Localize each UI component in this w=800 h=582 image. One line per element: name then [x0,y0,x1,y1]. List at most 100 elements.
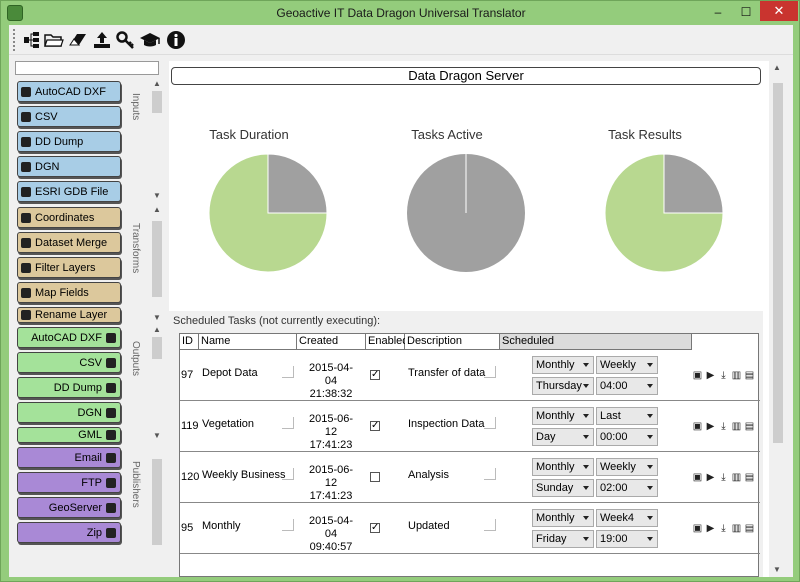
table-row[interactable]: 119 Vegetation 2015-06-12 17:41:23 ✓ Inspecti… [180,401,760,452]
col-header-name[interactable]: Name [199,334,297,350]
task-name[interactable]: Weekly Business [202,469,286,481]
time-select[interactable]: 02:00 [596,479,658,497]
download-icon[interactable]: ⤓ [718,421,729,432]
eraser-icon[interactable] [67,29,89,51]
trash-icon[interactable]: ▥ [731,523,742,534]
transform-rename-layer-button[interactable]: Rename Layer [17,307,121,323]
input-dd-dump-button[interactable]: DD Dump [17,131,121,152]
document-icon[interactable]: ▤ [744,523,755,534]
graduation-cap-icon[interactable] [139,29,161,51]
play-icon[interactable]: ▶ [705,370,716,381]
col-header-enabled[interactable]: Enabled [366,334,408,350]
hierarchy-icon[interactable] [21,29,43,51]
trash-icon[interactable]: ▥ [731,370,742,381]
document-icon[interactable]: ▤ [744,472,755,483]
task-name[interactable]: Monthly [202,520,241,532]
scroll-down-icon[interactable]: ▼ [151,191,163,201]
table-row[interactable]: 97 Depot Data 2015-04-04 21:38:32 ✓ Transfer … [180,350,760,401]
resize-grip-icon[interactable] [282,417,294,429]
download-icon[interactable]: ⤓ [718,370,729,381]
day-select[interactable]: Day [532,428,594,446]
main-scrollbar[interactable]: ▲ ▼ [771,61,785,577]
document-icon[interactable]: ▤ [744,370,755,381]
publisher-zip-button[interactable]: Zip [17,522,121,543]
trash-icon[interactable]: ▥ [731,472,742,483]
transforms-scroll-thumb[interactable] [152,221,162,297]
key-icon[interactable] [115,29,137,51]
transform-map-fields-button[interactable]: Map Fields [17,282,121,303]
time-select[interactable]: 19:00 [596,530,658,548]
info-icon[interactable] [165,29,187,51]
scroll-up-icon[interactable]: ▲ [151,79,163,89]
output-csv-button[interactable]: CSV [17,352,121,373]
col-header-description[interactable]: Description [405,334,500,350]
document-icon[interactable]: ▤ [744,421,755,432]
output-dgn-button[interactable]: DGN [17,402,121,423]
resize-grip-icon[interactable] [484,417,496,429]
time-select[interactable]: 00:00 [596,428,658,446]
input-dgn-button[interactable]: DGN [17,156,121,177]
output-dd-dump-button[interactable]: DD Dump [17,377,121,398]
period-select[interactable]: Last [596,407,658,425]
task-enabled-checkbox[interactable] [370,472,380,482]
task-description[interactable]: Analysis [408,469,449,481]
scroll-down-icon[interactable]: ▼ [151,313,163,323]
period-select[interactable]: Weekly [596,458,658,476]
resize-grip-icon[interactable] [484,468,496,480]
time-select[interactable]: 04:00 [596,377,658,395]
outputs-scroll-thumb[interactable] [152,337,162,359]
save-icon[interactable]: ▣ [692,472,703,483]
resize-grip-icon[interactable] [484,519,496,531]
upload-icon[interactable] [91,29,113,51]
frequency-select[interactable]: Monthly [532,407,594,425]
download-icon[interactable]: ⤓ [718,523,729,534]
transform-filter-layers-button[interactable]: Filter Layers [17,257,121,278]
day-select[interactable]: Friday [532,530,594,548]
task-enabled-checkbox[interactable]: ✓ [370,370,380,380]
main-scroll-thumb[interactable] [773,83,783,443]
scroll-up-icon[interactable]: ▲ [151,325,163,335]
resize-grip-icon[interactable] [282,519,294,531]
play-icon[interactable]: ▶ [705,421,716,432]
day-select[interactable]: Sunday [532,479,594,497]
task-description[interactable]: Inspection Data [408,418,484,430]
scroll-up-icon[interactable]: ▲ [151,205,163,215]
publishers-scrollbar[interactable] [151,445,163,555]
resize-grip-icon[interactable] [484,366,496,378]
scroll-down-icon[interactable]: ▼ [151,431,163,441]
frequency-select[interactable]: Monthly [532,458,594,476]
input-esri-gdb-button[interactable]: ESRI GDB File [17,181,121,202]
publisher-email-button[interactable]: Email [17,447,121,468]
output-autocad-dxf-button[interactable]: AutoCAD DXF [17,327,121,348]
resize-grip-icon[interactable] [282,366,294,378]
task-enabled-checkbox[interactable]: ✓ [370,523,380,533]
col-header-scheduled[interactable]: Scheduled [500,334,692,350]
day-select[interactable]: Thursday [532,377,594,395]
task-description[interactable]: Updated [408,520,450,532]
transform-coordinates-button[interactable]: Coordinates [17,207,121,228]
frequency-select[interactable]: Monthly [532,509,594,527]
close-button[interactable]: ✕ [760,1,798,21]
col-header-created[interactable]: Created [297,334,366,350]
play-icon[interactable]: ▶ [705,523,716,534]
publishers-scroll-thumb[interactable] [152,459,162,545]
inputs-scroll-thumb[interactable] [152,91,162,113]
transforms-scrollbar[interactable]: ▲ ▼ [151,205,163,325]
output-gml-button[interactable]: GML [17,427,121,443]
resize-grip-icon[interactable] [282,468,294,480]
transform-dataset-merge-button[interactable]: Dataset Merge [17,232,121,253]
period-select[interactable]: Week4 [596,509,658,527]
save-icon[interactable]: ▣ [692,421,703,432]
component-search-input[interactable] [15,61,159,75]
play-icon[interactable]: ▶ [705,472,716,483]
scroll-down-icon[interactable]: ▼ [773,565,781,574]
open-folder-icon[interactable] [43,29,65,51]
table-row[interactable]: 95 Monthly 2015-04-04 09:40:57 ✓ Updated Month… [180,503,760,554]
col-header-id[interactable]: ID [180,334,199,350]
input-csv-button[interactable]: CSV [17,106,121,127]
period-select[interactable]: Weekly [596,356,658,374]
frequency-select[interactable]: Monthly [532,356,594,374]
outputs-scrollbar[interactable]: ▲ ▼ [151,325,163,443]
task-name[interactable]: Vegetation [202,418,254,430]
minimize-button[interactable]: – [707,4,729,20]
